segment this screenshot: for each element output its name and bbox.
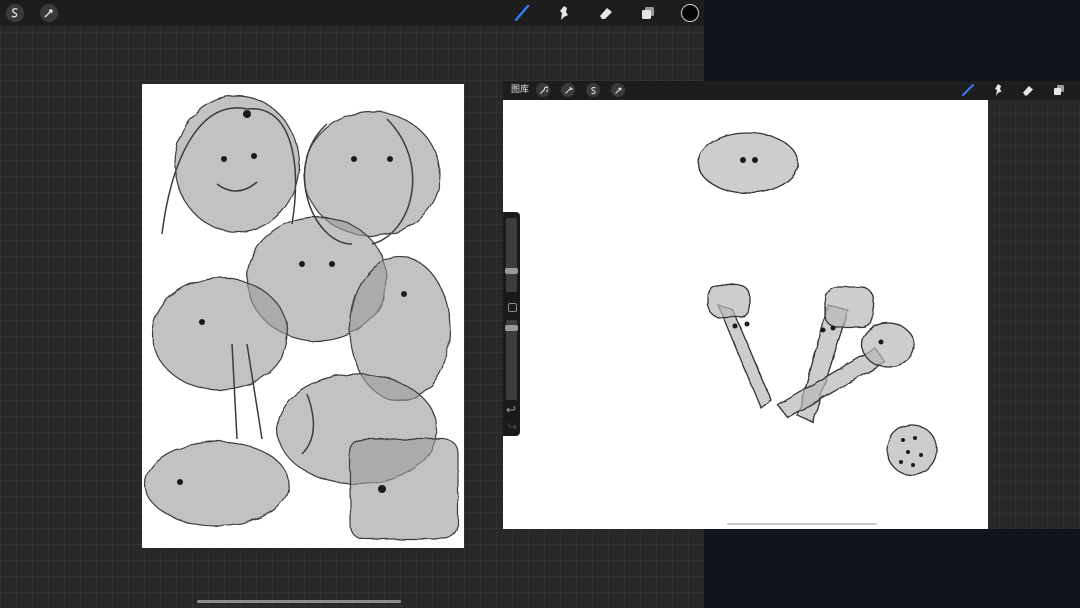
eraser-icon[interactable] <box>1021 83 1035 97</box>
color-swatch[interactable] <box>681 4 699 22</box>
actions-icon <box>539 86 548 94</box>
selection-button[interactable] <box>586 83 600 97</box>
redo-icon[interactable] <box>506 421 517 432</box>
transform-button[interactable] <box>611 83 625 97</box>
layers-icon[interactable] <box>639 4 657 22</box>
actions-button[interactable] <box>536 83 550 97</box>
left-toolbar <box>0 0 704 26</box>
mushroom-artwork <box>697 132 938 476</box>
selection-icon <box>44 9 53 18</box>
right-app-window: 图库 <box>503 81 1080 529</box>
home-indicator <box>197 600 401 603</box>
sidebar <box>503 212 520 436</box>
selection-button[interactable] <box>40 4 58 22</box>
transform-icon <box>614 86 622 94</box>
opacity-thumb[interactable] <box>505 325 518 331</box>
brush-icon[interactable] <box>513 4 531 22</box>
doodle-artwork <box>144 95 459 540</box>
opacity-slider[interactable] <box>505 320 518 400</box>
gallery-button[interactable]: 图库 <box>511 83 529 98</box>
smudge-icon[interactable] <box>991 83 1005 97</box>
right-toolbar: 图库 <box>503 81 1080 100</box>
undo-icon[interactable] <box>506 404 517 415</box>
adjustments-icon <box>11 8 18 18</box>
eraser-icon[interactable] <box>597 4 615 22</box>
brush-icon[interactable] <box>961 83 975 97</box>
adjustments-button[interactable] <box>561 83 575 97</box>
right-canvas[interactable] <box>503 100 988 529</box>
brush-size-slider[interactable] <box>505 218 518 292</box>
left-canvas[interactable] <box>142 84 464 548</box>
modify-button[interactable] <box>508 303 517 312</box>
smudge-icon[interactable] <box>555 4 573 22</box>
home-indicator <box>727 523 877 525</box>
brush-size-thumb[interactable] <box>505 268 518 274</box>
adjustments-button[interactable] <box>6 4 24 22</box>
adjustments-icon <box>564 86 573 94</box>
selection-icon <box>590 86 596 94</box>
layers-icon[interactable] <box>1052 83 1066 97</box>
